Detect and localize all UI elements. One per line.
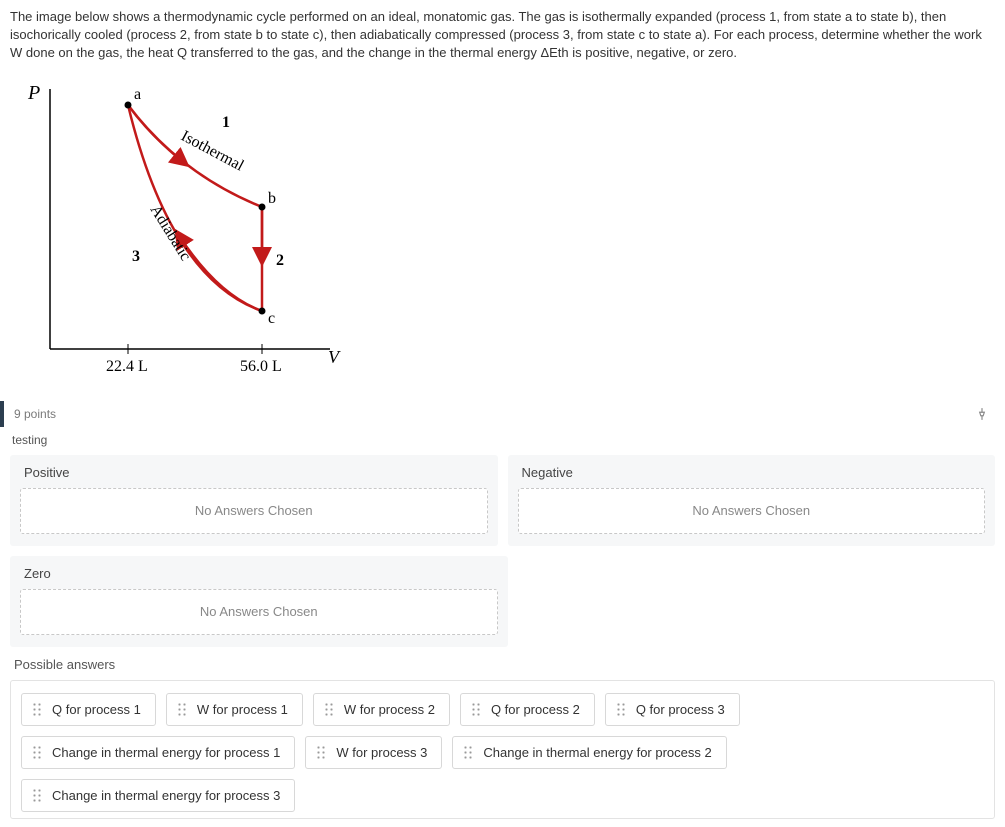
point-b: b xyxy=(268,190,276,207)
grip-icon xyxy=(316,745,326,759)
pv-diagram: P V 22.4 L 56.0 L a b c Isothermal 1 2 A… xyxy=(10,69,995,389)
grip-icon xyxy=(32,745,42,759)
x-axis-label: V xyxy=(328,347,341,367)
process-3-number: 3 xyxy=(132,248,140,265)
chip-w-process-1[interactable]: W for process 1 xyxy=(166,693,303,726)
point-c: c xyxy=(268,310,275,327)
chip-dE-process-3[interactable]: Change in thermal energy for process 3 xyxy=(21,779,295,812)
bucket-title-zero: Zero xyxy=(20,566,498,581)
chip-q-process-2[interactable]: Q for process 2 xyxy=(460,693,595,726)
chip-q-process-3[interactable]: Q for process 3 xyxy=(605,693,740,726)
pin-icon[interactable] xyxy=(975,407,995,421)
placeholder-zero: No Answers Chosen xyxy=(200,604,318,619)
dropzone-positive[interactable]: No Answers Chosen xyxy=(20,488,488,534)
chip-q-process-1[interactable]: Q for process 1 xyxy=(21,693,156,726)
chip-w-process-3[interactable]: W for process 3 xyxy=(305,736,442,769)
dropzone-zero[interactable]: No Answers Chosen xyxy=(20,589,498,635)
bucket-positive: Positive No Answers Chosen xyxy=(10,455,498,546)
chip-dE-process-1[interactable]: Change in thermal energy for process 1 xyxy=(21,736,295,769)
grip-icon xyxy=(32,788,42,802)
points-badge: 9 points xyxy=(0,401,66,427)
chip-w-process-2[interactable]: W for process 2 xyxy=(313,693,450,726)
grip-icon xyxy=(32,702,42,716)
process-2-number: 2 xyxy=(276,252,284,269)
grip-icon xyxy=(471,702,481,716)
question-subheading: testing xyxy=(12,433,995,447)
possible-answers-label: Possible answers xyxy=(14,657,995,672)
bucket-negative: Negative No Answers Chosen xyxy=(508,455,996,546)
point-a: a xyxy=(134,86,141,103)
process-1-number: 1 xyxy=(222,114,230,131)
x-tick-2: 56.0 L xyxy=(240,358,282,375)
possible-answers-container: Q for process 1 W for process 1 W for pr… xyxy=(10,680,995,819)
chip-dE-process-2[interactable]: Change in thermal energy for process 2 xyxy=(452,736,726,769)
placeholder-positive: No Answers Chosen xyxy=(195,503,313,518)
question-text: The image below shows a thermodynamic cy… xyxy=(10,8,995,63)
grip-icon xyxy=(177,702,187,716)
placeholder-negative: No Answers Chosen xyxy=(692,503,810,518)
grip-icon xyxy=(324,702,334,716)
isothermal-label: Isothermal xyxy=(178,127,247,174)
bucket-title-negative: Negative xyxy=(518,465,986,480)
x-tick-1: 22.4 L xyxy=(106,358,148,375)
y-axis-label: P xyxy=(27,82,40,104)
adiabatic-label: Adiabatic xyxy=(147,202,194,264)
bucket-zero: Zero No Answers Chosen xyxy=(10,556,508,647)
grip-icon xyxy=(463,745,473,759)
bucket-title-positive: Positive xyxy=(20,465,488,480)
grip-icon xyxy=(616,702,626,716)
dropzone-negative[interactable]: No Answers Chosen xyxy=(518,488,986,534)
